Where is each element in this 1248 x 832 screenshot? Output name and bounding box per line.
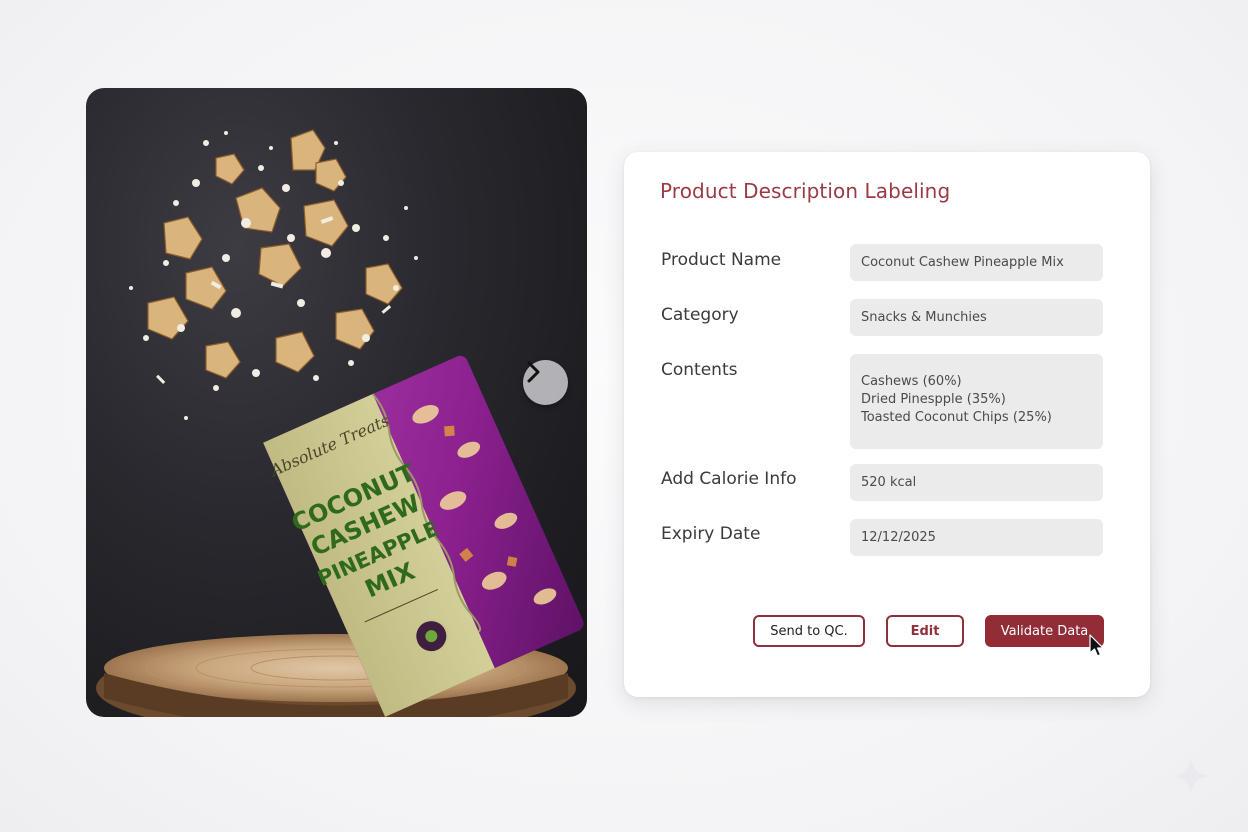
mouse-cursor-icon <box>1089 634 1104 657</box>
calorie-label: Add Calorie Info <box>661 469 797 489</box>
app-stage: Absolute Treats COCONUT CASHEW PINEAPPLE… <box>0 0 1248 832</box>
product-name-field[interactable]: Coconut Cashew Pineapple Mix <box>850 244 1103 281</box>
edit-button[interactable]: Edit <box>886 615 964 647</box>
product-photo: Absolute Treats COCONUT CASHEW PINEAPPLE… <box>86 88 587 717</box>
category-label: Category <box>661 305 739 325</box>
form-title: Product Description Labeling <box>660 179 951 203</box>
next-image-button[interactable] <box>523 360 568 405</box>
sparkle-icon <box>1172 757 1210 795</box>
calorie-field[interactable]: 520 kcal <box>850 464 1103 501</box>
send-to-qc-button[interactable]: Send to QC. <box>753 615 865 647</box>
category-field[interactable]: Snacks & Munchies <box>850 299 1103 336</box>
expiry-date-field[interactable]: 12/12/2025 <box>850 519 1103 556</box>
contents-line-2: Dried Pinespple (35%) <box>861 392 1006 407</box>
validate-data-button[interactable]: Validate Data <box>985 615 1104 647</box>
product-name-label: Product Name <box>661 250 782 270</box>
contents-field[interactable]: Cashews (60%) Dried Pinespple (35%) Toas… <box>850 354 1103 449</box>
contents-label: Contents <box>661 360 738 380</box>
expiry-date-label: Expiry Date <box>661 524 761 544</box>
contents-line-3: Toasted Coconut Chips (25%) <box>861 410 1052 425</box>
product-illustration: Absolute Treats COCONUT CASHEW PINEAPPLE… <box>96 129 584 717</box>
product-form-card: Product Description Labeling Product Nam… <box>624 152 1150 697</box>
chevron-right-icon <box>527 361 540 383</box>
contents-line-1: Cashews (60%) <box>861 374 962 389</box>
